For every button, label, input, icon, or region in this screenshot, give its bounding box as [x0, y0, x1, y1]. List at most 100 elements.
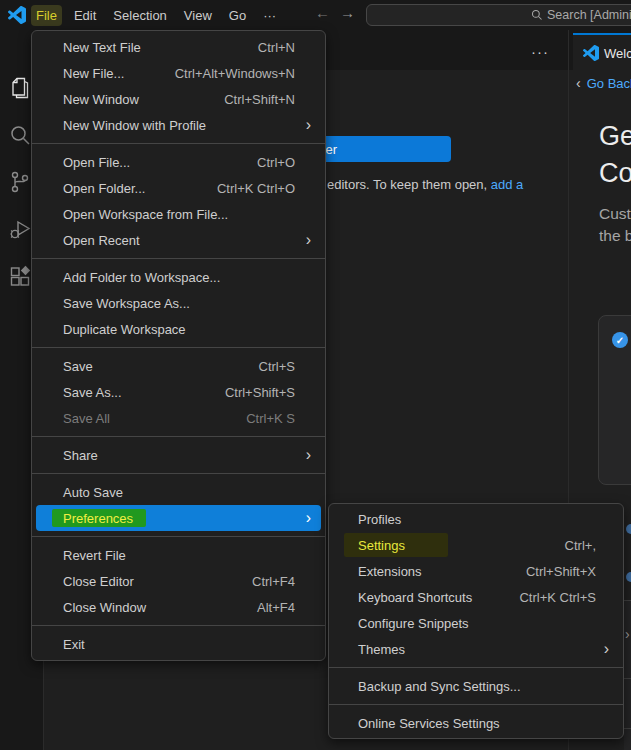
- list-separator-fragment: [624, 678, 631, 679]
- vscode-file-icon: [583, 45, 599, 61]
- shortcut: Ctrl+K Ctrl+S: [519, 590, 596, 605]
- label: New File...: [63, 66, 124, 81]
- menu-item-open-file[interactable]: Open File...Ctrl+O: [32, 149, 325, 175]
- search-placeholder: Search [Administrator: [547, 8, 631, 22]
- label: Open Workspace from File...: [63, 207, 228, 222]
- menu-item-duplicate-workspace[interactable]: Duplicate Workspace: [32, 316, 325, 342]
- label: Open File...: [63, 155, 130, 170]
- menu-separator: [329, 667, 623, 668]
- restored-editors-text: editors. To keep them open, add a: [327, 177, 523, 192]
- shortcut: Ctrl+S: [259, 359, 295, 374]
- label: Preferences: [63, 511, 133, 526]
- tab-welcome[interactable]: Welcome: [573, 33, 631, 70]
- label: New Window: [63, 92, 139, 107]
- menubar-view[interactable]: View: [179, 5, 217, 26]
- welcome-subtitle: Customize your editor, learn the basics,…: [599, 203, 631, 247]
- label: New Text File: [63, 40, 141, 55]
- label: Save All: [63, 411, 110, 426]
- search-view-icon[interactable]: [8, 123, 32, 147]
- menu-bar: File Edit Selection View Go ···: [31, 4, 281, 27]
- label: Revert File: [63, 548, 126, 563]
- restored-text: editors. To keep them open,: [327, 177, 491, 192]
- shortcut: Ctrl+Shift+N: [224, 92, 295, 107]
- menu-item-new-file[interactable]: New File... Ctrl+Alt+Windows+N: [32, 60, 325, 86]
- chevron-fragment-icon: ›: [625, 626, 630, 642]
- explorer-icon[interactable]: [8, 76, 32, 100]
- menu-item-save-as[interactable]: Save As...Ctrl+Shift+S: [32, 379, 325, 405]
- label: Online Services Settings: [358, 716, 500, 731]
- label: Extensions: [358, 564, 422, 579]
- title-bar: File Edit Selection View Go ··· ← → Sear…: [0, 0, 631, 30]
- submenu-arrow-icon: ›: [306, 232, 311, 248]
- shortcut: Alt+F4: [257, 600, 295, 615]
- menu-item-themes[interactable]: Themes ›: [329, 636, 623, 662]
- menu-item-add-folder-to-workspace[interactable]: Add Folder to Workspace...: [32, 264, 325, 290]
- menu-item-online-services-settings[interactable]: Online Services Settings: [329, 710, 623, 736]
- menubar-more[interactable]: ···: [258, 5, 281, 26]
- menu-item-configure-snippets[interactable]: Configure Snippets: [329, 610, 623, 636]
- menu-item-profiles[interactable]: Profiles: [329, 506, 623, 532]
- menu-item-revert-file[interactable]: Revert File: [32, 542, 325, 568]
- menu-item-close-editor[interactable]: Close EditorCtrl+F4: [32, 568, 325, 594]
- label: Open Recent: [63, 233, 140, 248]
- shortcut: Ctrl+K S: [246, 411, 295, 426]
- nav-back-icon[interactable]: ←: [315, 4, 330, 21]
- menubar-edit[interactable]: Edit: [69, 5, 101, 26]
- list-separator-fragment: [624, 728, 631, 729]
- menu-separator: [32, 536, 325, 537]
- file-menu: New Text FileCtrl+N New File... Ctrl+Alt+…: [31, 30, 326, 661]
- nav-forward-icon[interactable]: →: [340, 4, 355, 21]
- menu-item-open-folder[interactable]: Open Folder...Ctrl+K Ctrl+O: [32, 175, 325, 201]
- label: Backup and Sync Settings...: [358, 679, 521, 694]
- label: Close Window: [63, 600, 146, 615]
- menu-item-open-recent[interactable]: Open Recent ›: [32, 227, 325, 253]
- submenu-arrow-icon: ›: [604, 641, 609, 657]
- shortcut: Ctrl+Shift+S: [225, 385, 295, 400]
- shortcut: Ctrl+Alt+Windows+N: [175, 66, 295, 81]
- add-a-link[interactable]: add a: [491, 177, 524, 192]
- menu-item-new-window-with-profile[interactable]: New Window with Profile›: [32, 112, 325, 138]
- menu-item-auto-save[interactable]: Auto Save: [32, 479, 325, 505]
- menu-item-new-window[interactable]: New Window Ctrl+Shift+N: [32, 86, 325, 112]
- menu-separator: [32, 436, 325, 437]
- menu-item-exit[interactable]: Exit: [32, 631, 325, 657]
- welcome-heading-line2: Code: [599, 155, 631, 192]
- submenu-arrow-icon: ›: [306, 117, 311, 133]
- menu-item-keyboard-shortcuts[interactable]: Keyboard ShortcutsCtrl+K Ctrl+S: [329, 584, 623, 610]
- menu-item-save-workspace-as[interactable]: Save Workspace As...: [32, 290, 325, 316]
- label: Auto Save: [63, 485, 123, 500]
- search-icon: [531, 9, 543, 21]
- source-control-icon[interactable]: [8, 170, 32, 194]
- menu-separator: [32, 625, 325, 626]
- menu-item-save[interactable]: Save Ctrl+S: [32, 353, 325, 379]
- label: Configure Snippets: [358, 616, 469, 631]
- menu-separator: [329, 704, 623, 705]
- menu-item-save-all: Save All Ctrl+K S: [32, 405, 325, 431]
- menu-separator: [32, 347, 325, 348]
- menubar-file[interactable]: File: [31, 5, 62, 26]
- go-back-link[interactable]: ‹Go Back: [576, 75, 631, 91]
- menubar-go[interactable]: Go: [224, 5, 251, 26]
- menu-item-open-workspace-from-file[interactable]: Open Workspace from File...: [32, 201, 325, 227]
- menu-item-preferences[interactable]: Preferences›: [36, 505, 321, 531]
- preferences-submenu: Profiles SettingsCtrl+, ExtensionsCtrl+S…: [328, 503, 624, 739]
- label: Save: [63, 359, 93, 374]
- run-debug-icon[interactable]: [8, 218, 32, 242]
- menu-item-share[interactable]: Share›: [32, 442, 325, 468]
- menu-item-new-text-file[interactable]: New Text FileCtrl+N: [32, 34, 325, 60]
- submenu-arrow-icon: ›: [306, 447, 311, 463]
- shortcut: Ctrl+F4: [252, 574, 295, 589]
- extensions-icon[interactable]: [8, 265, 32, 289]
- menu-separator: [32, 143, 325, 144]
- menubar-selection[interactable]: Selection: [108, 5, 171, 26]
- menu-item-settings[interactable]: SettingsCtrl+,: [329, 532, 623, 558]
- menu-item-extensions[interactable]: ExtensionsCtrl+Shift+X: [329, 558, 623, 584]
- editor-actions-more-icon[interactable]: ···: [531, 43, 549, 60]
- label: Themes: [358, 642, 405, 657]
- chevron-left-icon: ‹: [576, 75, 581, 91]
- annotation-highlight: Preferences: [52, 509, 146, 527]
- label: Duplicate Workspace: [63, 322, 186, 337]
- menu-item-close-window[interactable]: Close Window Alt+F4: [32, 594, 325, 620]
- menu-separator: [32, 258, 325, 259]
- menu-item-backup-sync-settings[interactable]: Backup and Sync Settings...: [329, 673, 623, 699]
